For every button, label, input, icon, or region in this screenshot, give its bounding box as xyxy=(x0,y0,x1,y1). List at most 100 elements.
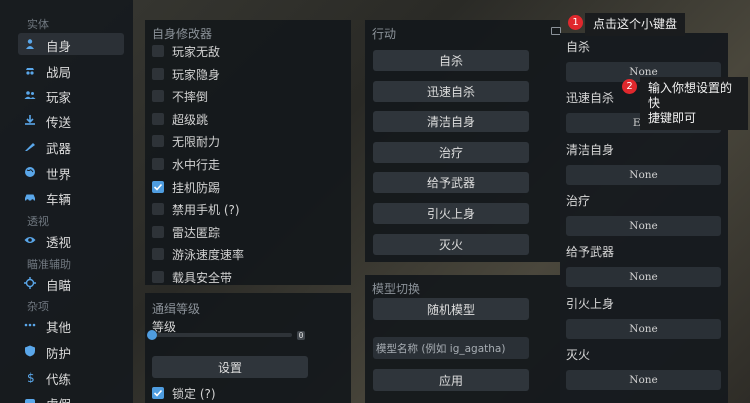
checkbox-option-label: 玩家无敌 xyxy=(172,45,221,59)
step-badge-1: 1 xyxy=(568,15,583,30)
hotkey-binding-field[interactable]: None xyxy=(566,164,721,185)
lock-label: 锁定 (?) xyxy=(172,387,216,401)
sidebar-item-players[interactable]: 玩家 xyxy=(18,84,124,106)
sidebar-item-label: 车辆 xyxy=(46,192,72,207)
sidebar-item-label: 透视 xyxy=(46,235,72,250)
sidebar-item-other[interactable]: 其他 xyxy=(18,314,124,336)
sidebar-item-label: 其他 xyxy=(46,320,72,335)
checkbox-option[interactable] xyxy=(152,135,164,148)
sidebar-item-world[interactable]: 世界 xyxy=(18,161,124,183)
action-button[interactable]: 治疗 xyxy=(373,141,529,163)
checkbox-option-label: 雷达匿踪 xyxy=(172,225,221,240)
checkbox-option-label: 游泳速度速率 xyxy=(172,248,245,263)
tooltip-step-2: 输入你想设置的快 捷键即可 xyxy=(640,77,748,130)
checkbox-option[interactable] xyxy=(152,112,164,125)
hotkey-label: 清洁自身 xyxy=(566,142,615,157)
hotkey-label: 灭火 xyxy=(566,347,591,362)
wanted-slider-track[interactable] xyxy=(152,333,292,337)
car-icon xyxy=(25,194,35,202)
checkbox-option[interactable] xyxy=(152,271,164,283)
svg-text:$: $ xyxy=(27,371,35,383)
sidebar-item-self[interactable]: 自身 xyxy=(18,33,124,55)
checkbox-option[interactable] xyxy=(152,203,164,216)
sidebar-section-entity: 实体 xyxy=(27,18,49,31)
globe-icon xyxy=(25,167,35,177)
model-name-input[interactable]: 模型名称 (例如 ig_agatha) xyxy=(373,337,529,359)
hotkey-binding-field[interactable]: None xyxy=(566,318,721,339)
mask-icon xyxy=(25,399,35,403)
gun-icon xyxy=(25,143,35,151)
self-modifiers-title: 自身修改器 xyxy=(152,27,213,41)
sidebar-item-protection[interactable]: 防护 xyxy=(18,340,124,362)
random-model-button[interactable]: 随机模型 xyxy=(373,298,529,320)
hotkey-binding-field[interactable]: None xyxy=(566,369,721,390)
wanted-set-button[interactable]: 设置 xyxy=(152,356,308,378)
action-button[interactable]: 引火上身 xyxy=(373,203,529,224)
checkbox-option-label: 不摔倒 xyxy=(172,90,209,105)
hotkey-label: 引火上身 xyxy=(566,296,615,311)
sidebar-item-label: 代练 xyxy=(46,372,72,387)
action-button[interactable]: 清洁自身 xyxy=(373,111,529,133)
hotkey-binding-field[interactable]: None xyxy=(566,267,721,288)
tooltip-step-2-line2: 捷键即可 xyxy=(648,111,697,125)
action-button[interactable]: 自杀 xyxy=(373,50,529,71)
checkbox-option[interactable] xyxy=(152,225,164,238)
sidebar-item-label: 玩家 xyxy=(46,90,72,105)
checkbox-option-label: 禁用手机 (?) xyxy=(172,203,240,218)
checkbox-option[interactable] xyxy=(152,158,164,170)
checkbox-option[interactable] xyxy=(152,67,164,80)
checkbox-option-label: 超级跳 xyxy=(172,112,209,127)
sidebar-item-weapons[interactable]: 武器 xyxy=(18,135,124,157)
sidebar-item-label: 传送 xyxy=(46,115,72,130)
sidebar-item-label: 防护 xyxy=(46,346,72,361)
teleport-icon xyxy=(25,115,35,125)
model-switch-title: 模型切换 xyxy=(372,282,421,296)
hotkey-label: 治疗 xyxy=(566,193,591,208)
sidebar-item-esp[interactable]: 透视 xyxy=(18,229,124,251)
checkbox-option-label: 载具安全带 xyxy=(172,271,233,285)
lock-checkbox[interactable] xyxy=(152,387,164,399)
sidebar-item-fake[interactable]: 虚假 xyxy=(18,391,124,403)
spy-icon xyxy=(26,68,34,75)
checkbox-option-label: 无限耐力 xyxy=(172,135,221,150)
sidebar-item-session[interactable]: 战局 xyxy=(18,59,124,81)
checkbox-option[interactable] xyxy=(152,248,164,261)
tooltip-step-2-line1: 输入你想设置的快 xyxy=(648,81,733,110)
checkbox-option[interactable] xyxy=(152,180,164,193)
dots-icon xyxy=(24,323,36,327)
sidebar-item-boost[interactable]: $ 代练 xyxy=(18,366,124,388)
sidebar-section-esp: 透视 xyxy=(27,215,49,228)
checkbox-option-label: 挂机防踢 xyxy=(172,180,221,195)
checkbox-option-label: 玩家隐身 xyxy=(172,67,221,82)
checkbox-option[interactable] xyxy=(152,90,164,103)
hotkey-label: 给予武器 xyxy=(566,245,615,260)
eye-icon xyxy=(24,237,36,243)
apply-model-button[interactable]: 应用 xyxy=(373,369,529,391)
sidebar: 实体 自身 战局 玩家 传送 武器 世界 车辆 透视 透视 瞄准辅助 自瞄 杂项… xyxy=(0,0,133,403)
sidebar-item-teleport[interactable]: 传送 xyxy=(18,109,124,131)
wanted-slider-thumb[interactable] xyxy=(147,330,157,340)
action-button[interactable]: 灭火 xyxy=(373,233,529,255)
sidebar-item-label: 自身 xyxy=(46,39,72,54)
action-button[interactable]: 给予武器 xyxy=(373,172,529,194)
checkbox-option-label: 水中行走 xyxy=(172,158,221,172)
sidebar-item-label: 世界 xyxy=(46,167,72,182)
hotkey-binding-field[interactable]: None xyxy=(566,215,721,236)
hotkey-label: 迅速自杀 xyxy=(566,91,615,106)
action-button[interactable]: 迅速自杀 xyxy=(373,80,529,102)
step-badge-2: 2 xyxy=(622,79,637,94)
sidebar-section-aim: 瞄准辅助 xyxy=(27,258,71,271)
sidebar-section-misc: 杂项 xyxy=(27,300,49,313)
sidebar-item-vehicles[interactable]: 车辆 xyxy=(18,186,124,208)
actions-title: 行动 xyxy=(372,27,397,41)
tooltip-step-1: 点击这个小键盘 xyxy=(585,13,686,36)
person-icon xyxy=(26,39,34,49)
wanted-level-title: 通缉等级 xyxy=(152,302,201,316)
sidebar-item-label: 自瞄 xyxy=(46,278,72,293)
shield-icon xyxy=(25,345,35,357)
checkbox-option[interactable] xyxy=(152,45,164,57)
sidebar-item-label: 武器 xyxy=(46,141,72,156)
sidebar-item-label: 虚假 xyxy=(46,394,71,403)
sidebar-item-aimbot[interactable]: 自瞄 xyxy=(18,272,124,294)
dollar-icon: $ xyxy=(27,371,35,383)
